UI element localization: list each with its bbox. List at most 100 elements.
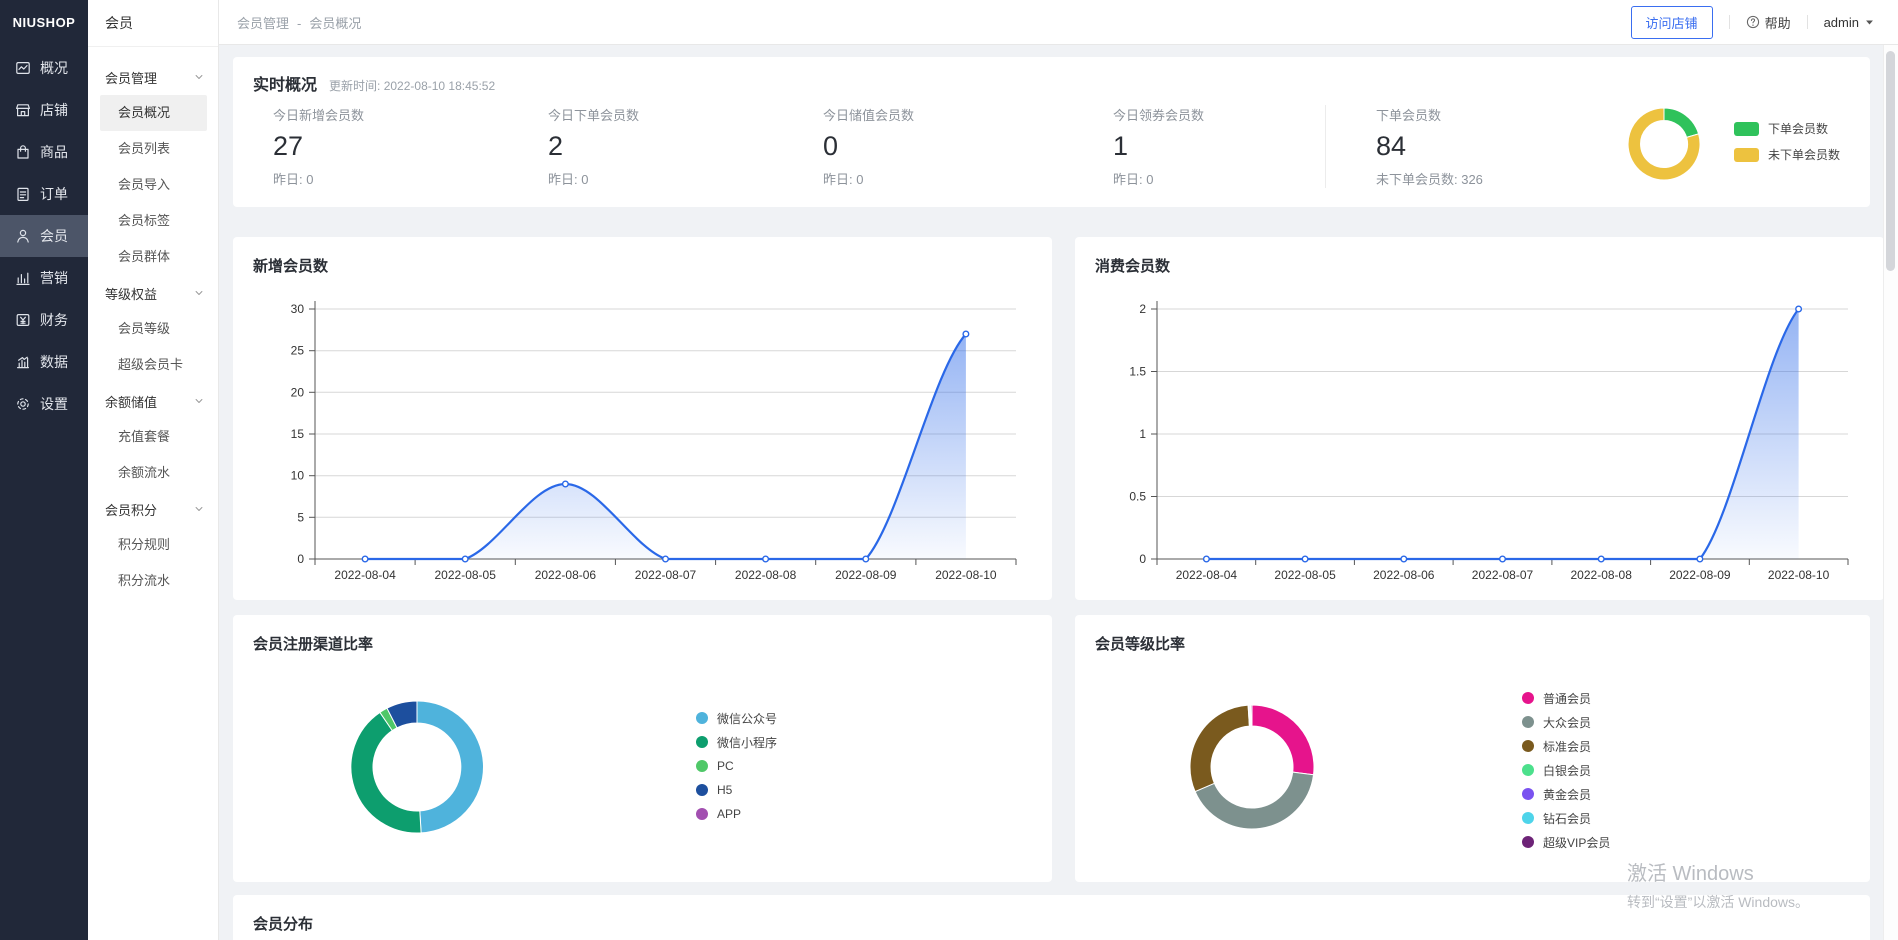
chevron-down-icon: [194, 504, 204, 514]
submenu-item-member-groups[interactable]: 会员群体: [100, 239, 207, 275]
submenu-item-member-level[interactable]: 会员等级: [100, 311, 207, 347]
legend-label: 超级VIP会员: [1543, 834, 1610, 851]
submenu-item-member-import[interactable]: 会员导入: [100, 167, 207, 203]
stat-column: 今日领券会员数1昨日: 0: [1113, 105, 1325, 188]
submenu-item-member-overview[interactable]: 会员概况: [100, 95, 207, 131]
submenu-item-recharge-packages[interactable]: 充值套餐: [100, 419, 207, 455]
legend-swatch: [1734, 122, 1759, 136]
app-root: NIUSHOP 概况店铺商品订单会员营销财务数据设置 会员 会员管理会员概况会员…: [0, 0, 1898, 940]
main-content: 实时概况 更新时间: 2022-08-10 18:45:52 今日新增会员数27…: [219, 45, 1884, 940]
submenu-item-member-tags[interactable]: 会员标签: [100, 203, 207, 239]
svg-text:2022-08-05: 2022-08-05: [1274, 568, 1336, 582]
submenu-group-member-management[interactable]: 会员管理: [88, 59, 218, 95]
legend-item[interactable]: 未下单会员数: [1734, 142, 1840, 168]
member-distribution-card: 会员分布: [233, 895, 1870, 940]
legend-item[interactable]: PC: [696, 754, 777, 778]
top-header: 会员管理-会员概况 访问店铺 帮助 admin: [219, 0, 1898, 45]
legend-label: PC: [717, 759, 734, 773]
legend-item[interactable]: H5: [696, 778, 777, 802]
svg-text:2022-08-06: 2022-08-06: [535, 568, 597, 582]
svg-text:25: 25: [291, 344, 305, 358]
submenu-group-balance-stored[interactable]: 余额储值: [88, 383, 218, 419]
submenu-item-points-rules[interactable]: 积分规则: [100, 527, 207, 563]
visit-shop-button[interactable]: 访问店铺: [1631, 6, 1713, 39]
scrollbar-thumb[interactable]: [1886, 51, 1895, 271]
svg-text:5: 5: [297, 510, 304, 524]
legend-swatch: [696, 736, 708, 748]
member-distribution-title: 会员分布: [253, 913, 1850, 934]
sidebar-item-goods[interactable]: 商品: [0, 131, 88, 173]
legend-item[interactable]: 超级VIP会员: [1522, 830, 1610, 854]
submenu-group-member-points[interactable]: 会员积分: [88, 491, 218, 527]
member-level-donut-wrap: [1172, 687, 1332, 852]
sidebar-item-member[interactable]: 会员: [0, 215, 88, 257]
sidebar-item-settings[interactable]: 设置: [0, 383, 88, 425]
submenu-item-points-records[interactable]: 积分流水: [100, 563, 207, 599]
sidebar-item-data[interactable]: 数据: [0, 341, 88, 383]
realtime-overview-card: 实时概况 更新时间: 2022-08-10 18:45:52 今日新增会员数27…: [233, 57, 1870, 207]
sidebar-item-order[interactable]: 订单: [0, 173, 88, 215]
consume-members-title: 消费会员数: [1095, 255, 1864, 276]
breadcrumb-parent[interactable]: 会员管理: [237, 16, 289, 31]
legend-label: 大众会员: [1543, 714, 1591, 731]
legend-item[interactable]: APP: [696, 802, 777, 826]
user-name: admin: [1824, 15, 1859, 30]
member-level-donut-chart: [1172, 687, 1332, 847]
submenu-group-level-benefits[interactable]: 等级权益: [88, 275, 218, 311]
legend-item[interactable]: 白银会员: [1522, 758, 1610, 782]
legend-item[interactable]: 微信小程序: [696, 730, 777, 754]
breadcrumb-separator: -: [297, 16, 301, 31]
legend-item[interactable]: 大众会员: [1522, 710, 1610, 734]
breadcrumb-current: 会员概况: [309, 16, 361, 31]
submenu-item-member-list[interactable]: 会员列表: [100, 131, 207, 167]
register-channel-card: 会员注册渠道比率 微信公众号微信小程序PCH5APP: [233, 615, 1052, 882]
stat-column: 今日下单会员数2昨日: 0: [548, 105, 823, 188]
member-level-card: 会员等级比率 普通会员大众会员标准会员白银会员黄金会员钻石会员超级VIP会员: [1075, 615, 1870, 882]
stat-label: 今日储值会员数: [823, 105, 1113, 124]
overview-updated: 更新时间: 2022-08-10 18:45:52: [329, 77, 495, 94]
sidebar-item-shop[interactable]: 店铺: [0, 89, 88, 131]
legend-swatch: [696, 808, 708, 820]
module-title: 会员: [88, 0, 218, 47]
scrollbar[interactable]: [1883, 45, 1898, 940]
stat-label: 今日下单会员数: [548, 105, 823, 124]
settings-icon: [15, 396, 31, 412]
register-channel-legend: 微信公众号微信小程序 PC H5 APP: [696, 706, 777, 826]
svg-text:2022-08-04: 2022-08-04: [1176, 568, 1238, 582]
legend-item[interactable]: 微信公众号: [696, 706, 777, 730]
user-menu[interactable]: admin: [1824, 15, 1874, 30]
svg-text:10: 10: [291, 469, 305, 483]
sidebar-item-label: 设置: [40, 394, 68, 414]
sidebar-item-marketing[interactable]: 营销: [0, 257, 88, 299]
svg-text:2022-08-07: 2022-08-07: [1472, 568, 1534, 582]
legend-item[interactable]: 黄金会员: [1522, 782, 1610, 806]
legend-item[interactable]: 标准会员: [1522, 734, 1610, 758]
legend-label: 下单会员数: [1768, 120, 1828, 137]
submenu-item-balance-records[interactable]: 余额流水: [100, 455, 207, 491]
sidebar-item-overview[interactable]: 概况: [0, 47, 88, 89]
sidebar-item-finance[interactable]: 财务: [0, 299, 88, 341]
legend-swatch: [696, 760, 708, 772]
submenu-group-label: 余额储值: [105, 392, 157, 411]
help-link[interactable]: 帮助: [1746, 13, 1791, 32]
legend-item[interactable]: 钻石会员: [1522, 806, 1610, 830]
legend-label: H5: [717, 783, 732, 797]
submenu-list: 会员管理会员概况会员列表会员导入会员标签会员群体等级权益会员等级超级会员卡余额储…: [88, 47, 218, 599]
line-chart-row: 新增会员数 0510152025302022-08-042022-08-0520…: [233, 237, 1870, 600]
svg-text:1.5: 1.5: [1129, 365, 1146, 379]
svg-text:15: 15: [291, 427, 305, 441]
stat-value: 1: [1113, 131, 1325, 162]
stat-sub: 昨日: 0: [823, 169, 1113, 188]
svg-text:2: 2: [1139, 302, 1146, 316]
legend-label: 未下单会员数: [1768, 146, 1840, 163]
submenu-item-super-member-card[interactable]: 超级会员卡: [100, 347, 207, 383]
legend-item[interactable]: 下单会员数: [1734, 116, 1840, 142]
legend-label: 标准会员: [1543, 738, 1591, 755]
sidebar-item-label: 商品: [40, 142, 68, 162]
legend-swatch: [1522, 692, 1534, 704]
new-members-title: 新增会员数: [253, 255, 1032, 276]
legend-swatch: [1522, 836, 1534, 848]
legend-item[interactable]: 普通会员: [1522, 686, 1610, 710]
stat-label: 下单会员数: [1376, 105, 1626, 124]
chevron-down-icon: [194, 72, 204, 82]
